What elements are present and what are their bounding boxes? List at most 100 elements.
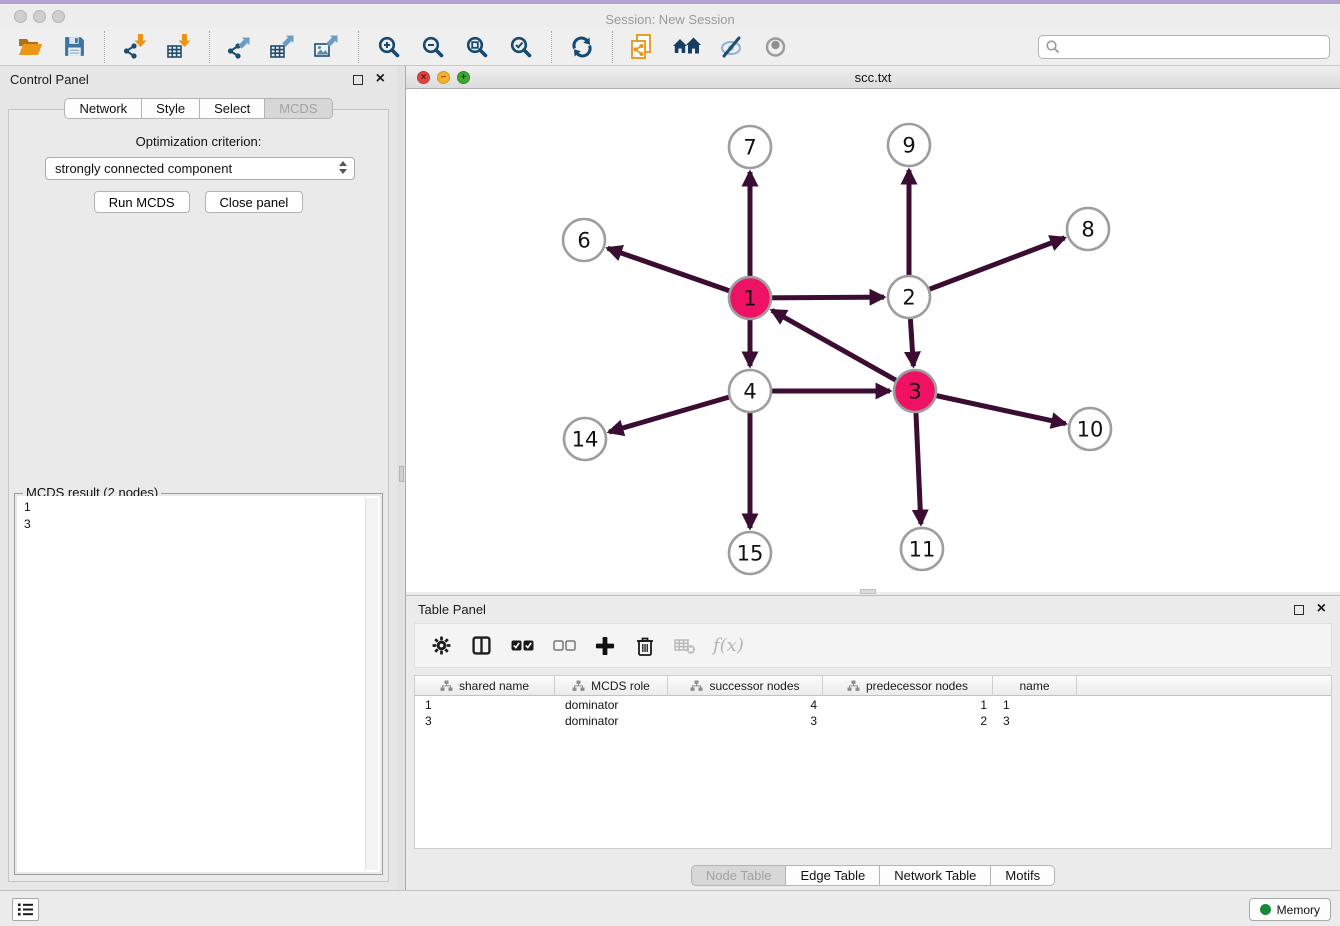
- column-header-label: name: [1019, 679, 1049, 693]
- network-overview-button[interactable]: [665, 30, 709, 64]
- search-input[interactable]: [1061, 37, 1329, 57]
- network-window-titlebar[interactable]: × − + scc.txt: [406, 66, 1340, 89]
- open-session-button[interactable]: [8, 30, 52, 64]
- edge-3-1[interactable]: [772, 310, 915, 391]
- column-type-icon: [440, 680, 453, 692]
- select-all-button[interactable]: [509, 633, 535, 659]
- add-column-button[interactable]: [593, 633, 617, 659]
- column-header-label: successor nodes: [709, 679, 799, 693]
- network-canvas[interactable]: 1234678910111415: [406, 89, 1340, 592]
- search-icon: [1045, 39, 1061, 55]
- network-window-title: scc.txt: [406, 66, 1340, 89]
- cell-shared-name[interactable]: 1: [415, 697, 555, 713]
- result-line: 1: [24, 499, 380, 516]
- result-scrollbar[interactable]: [365, 498, 378, 870]
- table-body[interactable]: 1dominator4113dominator323: [415, 697, 1331, 848]
- horizontal-splitter-grip[interactable]: [860, 589, 876, 594]
- column-header-mcds-role[interactable]: MCDS role: [555, 676, 668, 695]
- table-row[interactable]: 3dominator323: [415, 713, 1331, 729]
- table-tabs: Node TableEdge TableNetwork TableMotifs: [406, 865, 1340, 886]
- columns-icon: [472, 636, 491, 655]
- clone-network-button[interactable]: [621, 30, 665, 64]
- trash-icon: [635, 635, 655, 657]
- cell-predecessor-nodes[interactable]: 2: [823, 713, 993, 729]
- delete-table-icon: [674, 637, 696, 655]
- tab-style[interactable]: Style: [142, 98, 200, 119]
- cell-mcds-role[interactable]: dominator: [555, 713, 668, 729]
- show-details-button[interactable]: [753, 30, 797, 64]
- export-table-icon: [270, 33, 298, 60]
- import-network-button[interactable]: [113, 30, 157, 64]
- cell-mcds-role[interactable]: dominator: [555, 697, 668, 713]
- delete-column-button[interactable]: [633, 633, 657, 659]
- node-label-9: 9: [902, 134, 915, 158]
- table-settings-button[interactable]: [429, 633, 453, 659]
- toolbar-separator: [209, 31, 210, 63]
- tab-select[interactable]: Select: [200, 98, 265, 119]
- fit-content-button[interactable]: [455, 30, 499, 64]
- close-panel-icon[interactable]: ×: [376, 69, 385, 89]
- eye-slash-icon: [718, 35, 744, 59]
- houses-icon: [672, 36, 702, 58]
- run-mcds-button[interactable]: Run MCDS: [94, 191, 190, 213]
- cell-shared-name[interactable]: 3: [415, 713, 555, 729]
- optimization-criterion-select[interactable]: strongly connected component: [45, 157, 355, 180]
- edge-3-10[interactable]: [915, 391, 1066, 424]
- zoom-selected-button[interactable]: [499, 30, 543, 64]
- import-table-button[interactable]: [157, 30, 201, 64]
- tab-edge-table[interactable]: Edge Table: [786, 865, 880, 886]
- tab-motifs[interactable]: Motifs: [991, 865, 1055, 886]
- export-table-button[interactable]: [262, 30, 306, 64]
- zoom-in-button[interactable]: [367, 30, 411, 64]
- deselect-all-button[interactable]: [551, 633, 577, 659]
- function-builder-button[interactable]: f(x): [713, 635, 744, 656]
- tab-network-table[interactable]: Network Table: [880, 865, 991, 886]
- eye-icon: [763, 35, 788, 59]
- cell-name[interactable]: 3: [993, 713, 1077, 729]
- export-image-button[interactable]: [306, 30, 350, 64]
- cell-successor-nodes[interactable]: 4: [668, 697, 823, 713]
- delete-table-button[interactable]: [673, 633, 697, 659]
- tab-mcds[interactable]: MCDS: [265, 98, 332, 119]
- column-selector-button[interactable]: [469, 633, 493, 659]
- vertical-splitter-grip[interactable]: [399, 466, 404, 482]
- fit-content-icon: [465, 35, 489, 59]
- selected-option-label: strongly connected component: [55, 161, 232, 176]
- edge-1-6[interactable]: [608, 248, 750, 298]
- mcds-result-list[interactable]: 13: [17, 496, 380, 872]
- list-icon: [17, 902, 34, 917]
- node-label-7: 7: [743, 136, 756, 160]
- node-label-3: 3: [908, 380, 921, 404]
- table-row[interactable]: 1dominator411: [415, 697, 1331, 713]
- tab-network[interactable]: Network: [64, 98, 142, 119]
- memory-button[interactable]: Memory: [1249, 898, 1331, 921]
- cell-successor-nodes[interactable]: 3: [668, 713, 823, 729]
- column-header-label: MCDS role: [591, 679, 650, 693]
- close-panel-button[interactable]: Close panel: [205, 191, 304, 213]
- node-table: shared name MCDS role successor nodes prede…: [414, 675, 1332, 849]
- float-table-panel-icon[interactable]: [1294, 605, 1304, 615]
- cell-predecessor-nodes[interactable]: 1: [823, 697, 993, 713]
- optimization-criterion-label: Optimization criterion:: [9, 134, 388, 149]
- task-history-button[interactable]: [12, 898, 39, 921]
- save-session-button[interactable]: [52, 30, 96, 64]
- column-header-predecessor-nodes[interactable]: predecessor nodes: [823, 676, 993, 695]
- close-table-panel-icon[interactable]: ×: [1317, 599, 1326, 619]
- node-label-11: 11: [909, 538, 936, 562]
- column-header-successor-nodes[interactable]: successor nodes: [668, 676, 823, 695]
- export-network-button[interactable]: [218, 30, 262, 64]
- edge-2-8[interactable]: [909, 238, 1065, 297]
- search-field[interactable]: [1038, 35, 1330, 59]
- table-toolbar: f(x): [414, 623, 1332, 668]
- status-bar: Memory: [0, 890, 1340, 926]
- memory-status-icon: [1260, 904, 1271, 915]
- column-header-shared-name[interactable]: shared name: [415, 676, 555, 695]
- refresh-button[interactable]: [560, 30, 604, 64]
- float-panel-icon[interactable]: [353, 75, 363, 85]
- column-header-name[interactable]: name: [993, 676, 1077, 695]
- cell-name[interactable]: 1: [993, 697, 1077, 713]
- tab-node-table[interactable]: Node Table: [691, 865, 787, 886]
- toolbar-separator: [551, 31, 552, 63]
- zoom-out-button[interactable]: [411, 30, 455, 64]
- hide-details-button[interactable]: [709, 30, 753, 64]
